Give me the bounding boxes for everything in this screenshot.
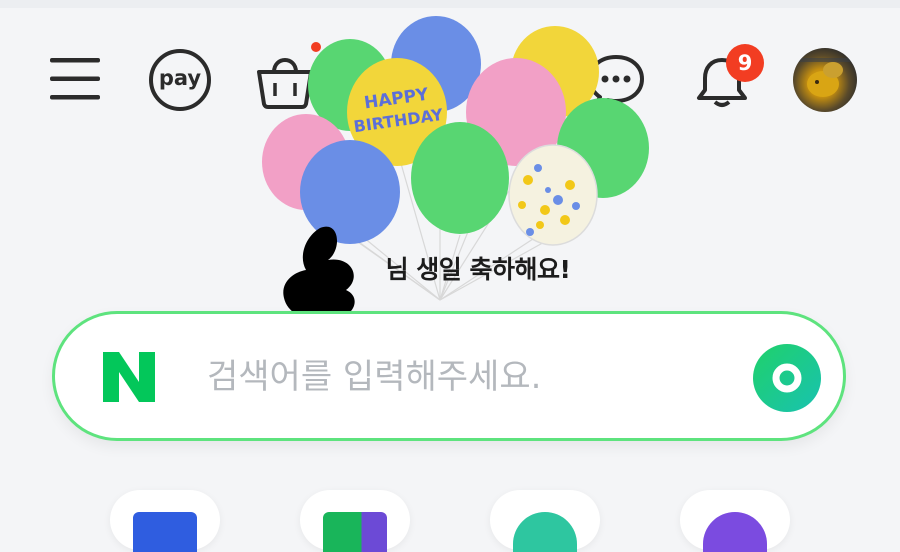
- shortcut-tile-4[interactable]: [680, 490, 790, 552]
- profile-avatar[interactable]: [793, 48, 857, 112]
- avatar-image: [799, 58, 851, 97]
- search-bar[interactable]: [52, 311, 846, 441]
- greeting-text: 님 생일 축하해요!: [385, 255, 571, 284]
- notification-count-badge: 9: [726, 44, 764, 82]
- shortcut-4-icon: [703, 512, 767, 552]
- pay-button[interactable]: pay: [148, 48, 212, 112]
- shortcut-tile-2[interactable]: [300, 490, 410, 552]
- shortcut-tile-3[interactable]: [490, 490, 600, 552]
- shortcut-2-icon: [323, 512, 387, 552]
- search-input[interactable]: [205, 344, 729, 410]
- shortcut-1-icon: [133, 512, 197, 552]
- naver-logo-icon[interactable]: [99, 348, 159, 406]
- green-search-button-icon[interactable]: [751, 342, 823, 414]
- shortcut-3-icon: [513, 512, 577, 552]
- birthday-greeting: 님 생일 축하해요!: [283, 226, 620, 320]
- hamburger-menu-icon[interactable]: [48, 56, 102, 102]
- top-status-strip: [0, 0, 900, 8]
- shortcut-tile-1[interactable]: [110, 490, 220, 552]
- pay-label: pay: [158, 66, 202, 90]
